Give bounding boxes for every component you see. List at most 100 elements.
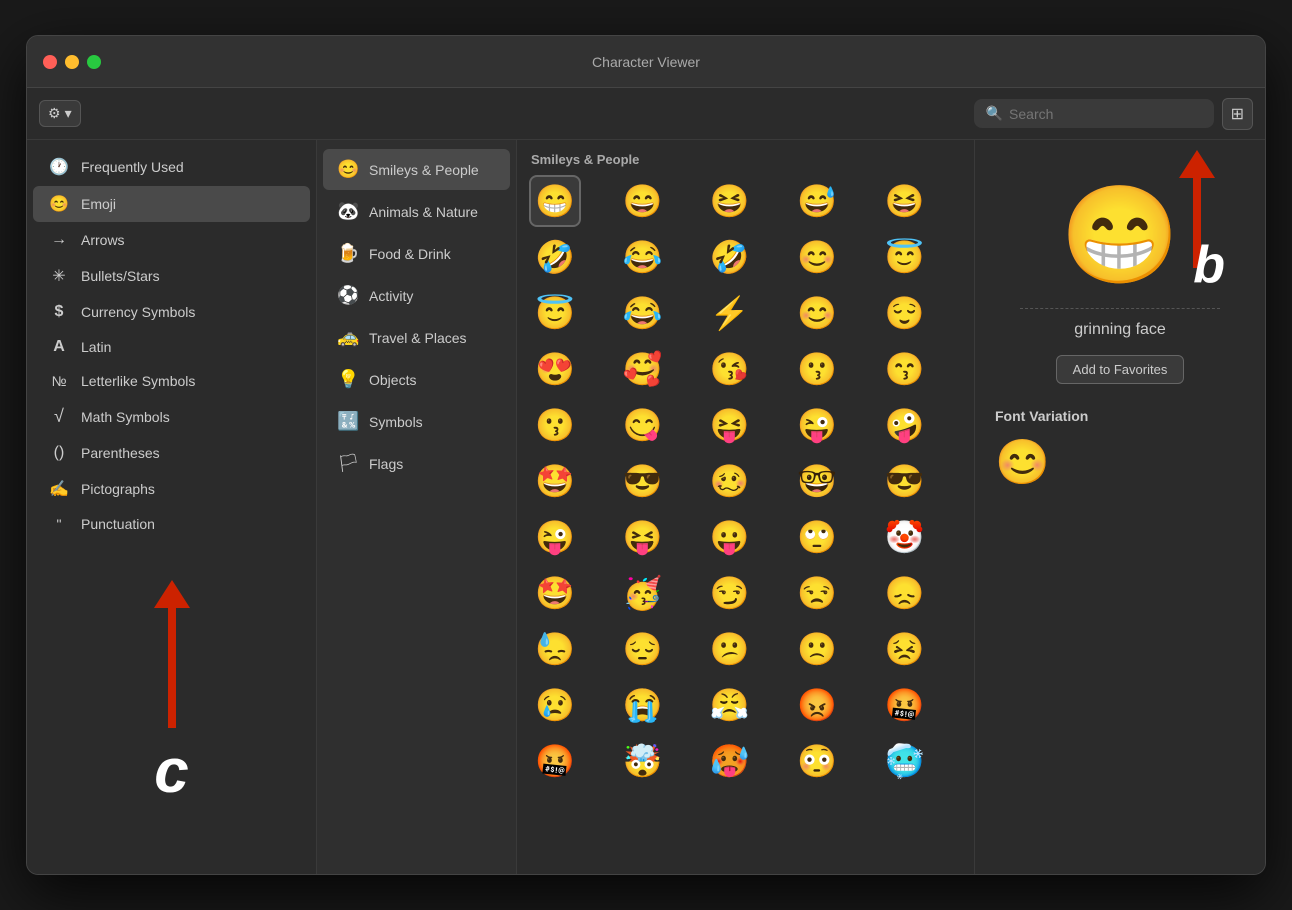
detail-name: grinning face	[1074, 321, 1166, 339]
sidebar-item-parentheses[interactable]: () Parentheses	[33, 436, 310, 470]
emoji-cell[interactable]: 🙄	[791, 511, 843, 563]
emoji-cell[interactable]: 😎	[616, 455, 668, 507]
pictographs-icon: ✍	[49, 479, 69, 499]
emoji-cell[interactable]: 😞	[879, 567, 931, 619]
emoji-cell[interactable]: 🤡	[879, 511, 931, 563]
emoji-cell[interactable]: 😂	[616, 287, 668, 339]
search-input[interactable]	[1009, 106, 1202, 122]
math-icon: √	[49, 406, 69, 427]
parens-icon: ()	[49, 444, 69, 462]
emoji-cell[interactable]: 🤣	[529, 231, 581, 283]
toolbar: ⚙ ▾ 🔍 ⊞	[27, 88, 1265, 140]
emoji-cell[interactable]: 😕	[704, 623, 756, 675]
emoji-cell[interactable]: 🤯	[616, 735, 668, 787]
mid-item-animals-nature[interactable]: 🐼 Animals & Nature	[323, 191, 510, 232]
sidebar-item-letterlike-symbols[interactable]: № Letterlike Symbols	[33, 365, 310, 397]
emoji-cell[interactable]: 🤣	[704, 231, 756, 283]
emoji-cell[interactable]: 😒	[791, 567, 843, 619]
emoji-cell[interactable]: 🥶	[879, 735, 931, 787]
emoji-cell[interactable]: 😗	[791, 343, 843, 395]
emoji-cell[interactable]: 😆	[704, 175, 756, 227]
sidebar-item-latin[interactable]: A Latin	[33, 330, 310, 364]
mid-item-smileys-people[interactable]: 😊 Smileys & People	[323, 149, 510, 190]
emoji-cell[interactable]: 😂	[616, 231, 668, 283]
mid-item-symbols[interactable]: 🔣 Symbols	[323, 401, 510, 442]
mid-item-activity[interactable]: ⚽ Activity	[323, 275, 510, 316]
emoji-cell[interactable]: 🤬	[529, 735, 581, 787]
emoji-cell[interactable]: 😔	[616, 623, 668, 675]
emoji-cell[interactable]: 🙁	[791, 623, 843, 675]
sidebar-label-punctuation: Punctuation	[81, 516, 155, 532]
emoji-section-title: Smileys & People	[529, 152, 962, 167]
emoji-cell[interactable]: 😍	[529, 343, 581, 395]
emoji-cell[interactable]: 🥳	[616, 567, 668, 619]
grid-icon: ⊞	[1231, 106, 1244, 123]
bullets-icon: ✳	[49, 266, 69, 286]
emoji-cell[interactable]: 😄	[616, 175, 668, 227]
emoji-cell[interactable]: 🤩	[529, 567, 581, 619]
emoji-cell[interactable]: 😜	[791, 399, 843, 451]
emoji-cell[interactable]: 😇	[879, 231, 931, 283]
mid-item-flags[interactable]: 🏳 Flags	[323, 443, 510, 484]
sidebar-item-frequently-used[interactable]: 🕐 Frequently Used	[33, 149, 310, 185]
detail-divider	[1020, 308, 1220, 309]
emoji-cell[interactable]: 😋	[616, 399, 668, 451]
mid-label-food: Food & Drink	[369, 246, 451, 262]
emoji-cell[interactable]: 😡	[791, 679, 843, 731]
emoji-cell[interactable]: 🤪	[879, 399, 931, 451]
emoji-cell[interactable]: 😅	[791, 175, 843, 227]
sidebar-label-emoji: Emoji	[81, 196, 116, 212]
emoji-cell[interactable]: 😆	[879, 175, 931, 227]
add-to-favorites-button[interactable]: Add to Favorites	[1056, 355, 1185, 384]
emoji-cell[interactable]: 🤬	[879, 679, 931, 731]
emoji-cell[interactable]: 🤩	[529, 455, 581, 507]
mid-item-objects[interactable]: 💡 Objects	[323, 359, 510, 400]
emoji-cell[interactable]: 🥵	[704, 735, 756, 787]
emoji-cell[interactable]: 😌	[879, 287, 931, 339]
emoji-cell[interactable]: 😏	[704, 567, 756, 619]
emoji-cell[interactable]: 🤓	[791, 455, 843, 507]
sidebar-item-bullets-stars[interactable]: ✳ Bullets/Stars	[33, 258, 310, 294]
emoji-cell[interactable]: 😝	[616, 511, 668, 563]
emoji-cell[interactable]: 😘	[704, 343, 756, 395]
emoji-cell[interactable]: 😭	[616, 679, 668, 731]
maximize-button[interactable]	[87, 55, 101, 69]
mid-label-objects: Objects	[369, 372, 416, 388]
annotation-label-c: c	[154, 736, 188, 807]
emoji-cell[interactable]: 😁	[529, 175, 581, 227]
titlebar: Character Viewer	[27, 36, 1265, 88]
sidebar-item-emoji[interactable]: 😊 Emoji	[33, 186, 310, 222]
emoji-cell[interactable]: 😜	[529, 511, 581, 563]
emoji-cell[interactable]: 🥰	[616, 343, 668, 395]
mid-item-travel-places[interactable]: 🚕 Travel & Places	[323, 317, 510, 358]
currency-icon: $	[49, 303, 69, 321]
minimize-button[interactable]	[65, 55, 79, 69]
detail-emoji: 😁	[1060, 180, 1180, 292]
emoji-cell[interactable]: 😊	[791, 287, 843, 339]
emoji-cell[interactable]: 😗	[529, 399, 581, 451]
emoji-cell[interactable]: 😎	[879, 455, 931, 507]
emoji-cell[interactable]: 😤	[704, 679, 756, 731]
emoji-grid: 😁😄😆😅😆🤣😂🤣😊😇😇😂⚡😊😌😍🥰😘😗😙😗😋😝😜🤪🤩😎🥴🤓😎😜😝😛🙄🤡🤩🥳😏😒😞…	[529, 175, 962, 787]
sidebar-item-math-symbols[interactable]: √ Math Symbols	[33, 398, 310, 435]
emoji-cell[interactable]: ⚡	[704, 287, 756, 339]
emoji-cell[interactable]: 😳	[791, 735, 843, 787]
gear-menu-button[interactable]: ⚙ ▾	[39, 100, 81, 127]
emoji-cell[interactable]: 😛	[704, 511, 756, 563]
emoji-cell[interactable]: 😇	[529, 287, 581, 339]
emoji-cell[interactable]: 😙	[879, 343, 931, 395]
emoji-cell[interactable]: 😢	[529, 679, 581, 731]
mid-item-food-drink[interactable]: 🍺 Food & Drink	[323, 233, 510, 274]
emoji-cell[interactable]: 😊	[791, 231, 843, 283]
sidebar-item-pictographs[interactable]: ✍ Pictographs	[33, 471, 310, 507]
emoji-cell[interactable]: 😓	[529, 623, 581, 675]
grid-view-button[interactable]: ⊞	[1222, 98, 1253, 130]
font-variation-emoji: 😊	[995, 436, 1050, 488]
emoji-cell[interactable]: 🥴	[704, 455, 756, 507]
sidebar-item-currency-symbols[interactable]: $ Currency Symbols	[33, 295, 310, 329]
sidebar-item-arrows[interactable]: → Arrows	[33, 223, 310, 257]
sidebar-item-punctuation[interactable]: " Punctuation	[33, 508, 310, 540]
close-button[interactable]	[43, 55, 57, 69]
emoji-cell[interactable]: 😝	[704, 399, 756, 451]
emoji-cell[interactable]: 😣	[879, 623, 931, 675]
